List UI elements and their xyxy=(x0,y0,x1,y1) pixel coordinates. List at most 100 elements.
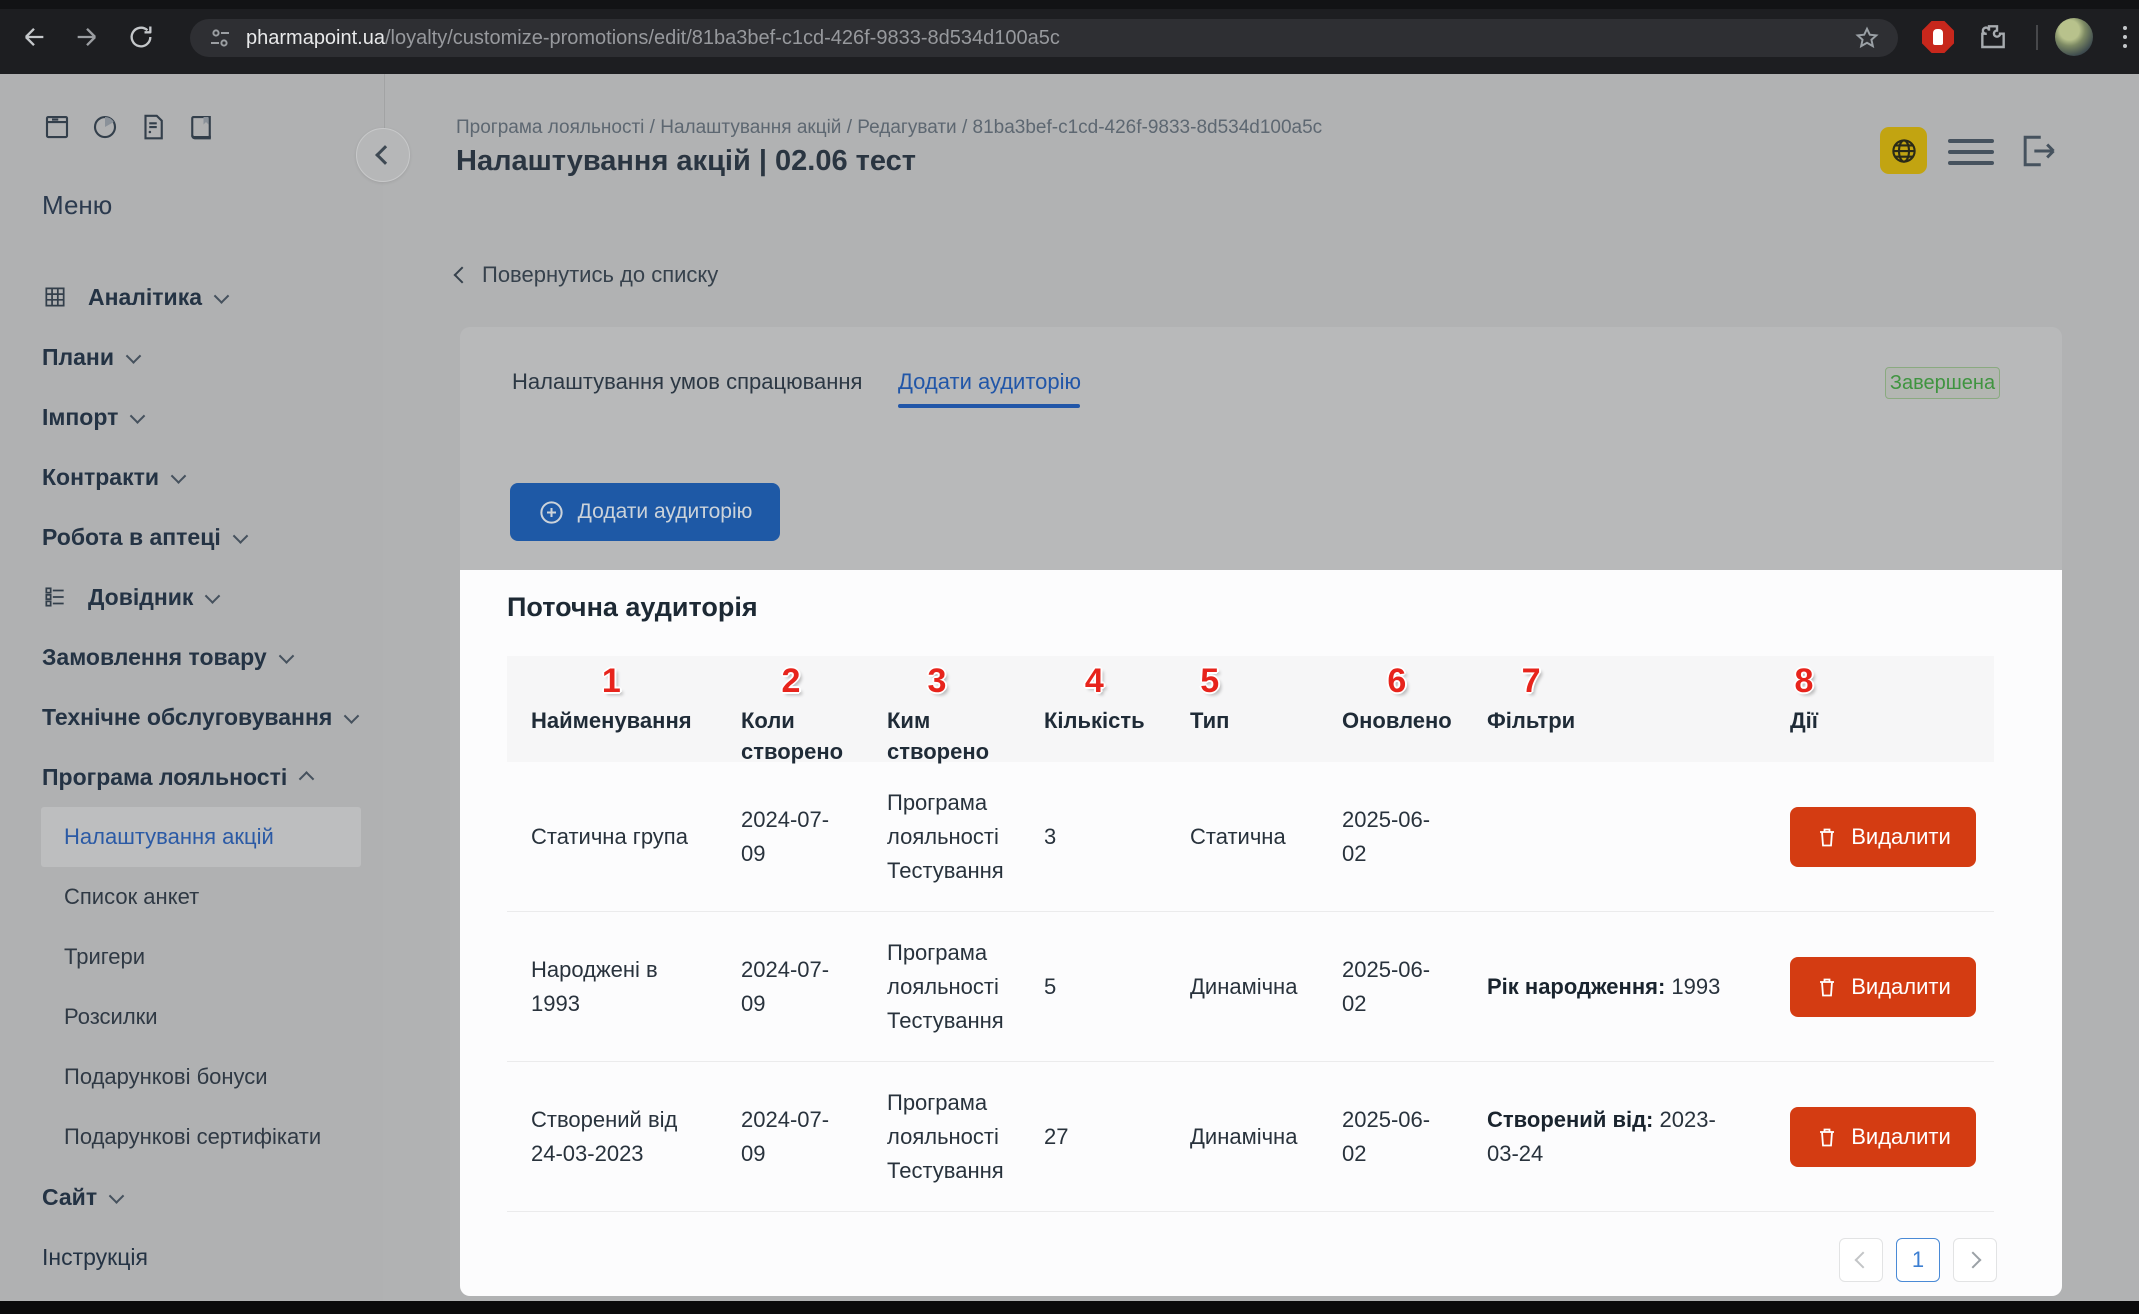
sidebar-item-loyalty-program[interactable]: Програма лояльності xyxy=(0,747,383,807)
cell-created-by: Програма лояльності Тестування xyxy=(863,1086,1020,1188)
sidebar-item-contracts[interactable]: Контракти xyxy=(0,447,383,507)
back-link-label: Повернутись до списку xyxy=(482,262,718,288)
add-audience-button[interactable]: Додати аудиторію xyxy=(510,483,780,541)
sidebar-item-plans[interactable]: Плани xyxy=(0,327,383,387)
sidebar-item-label: Аналітика xyxy=(88,284,202,311)
sidebar-item-pharmacy-work[interactable]: Робота в аптеці xyxy=(0,507,383,567)
logout-icon[interactable] xyxy=(2016,129,2060,173)
plus-circle-icon xyxy=(538,499,565,526)
chevron-down-icon xyxy=(278,648,294,664)
annotation-number: 7 xyxy=(1522,662,1541,700)
column-header-updated: 6Оновлено xyxy=(1318,656,1463,767)
menu-toggle-icon[interactable] xyxy=(1948,139,1994,172)
section-title: Поточна аудиторія xyxy=(507,592,758,623)
sidebar-item-label: Розсилки xyxy=(64,1004,158,1030)
tab-add-audience[interactable]: Додати аудиторію xyxy=(898,369,1081,395)
cell-created: 2024-07-09 xyxy=(717,953,863,1021)
cell-count: 27 xyxy=(1020,1120,1166,1154)
browser-chrome: pharmapoint.ua/loyalty/customize-promoti… xyxy=(0,0,2139,74)
trash-icon xyxy=(1815,975,1839,999)
sidebar-item-gift-certificates[interactable]: Подарункові сертифікати xyxy=(0,1107,383,1167)
table-row: Створений від 24-03-2023 2024-07-09 Прог… xyxy=(507,1062,1994,1212)
cell-updated: 2025-06-02 xyxy=(1318,953,1463,1021)
add-audience-label: Додати аудиторію xyxy=(578,500,753,524)
sidebar-menu: Аналітика Плани Імпорт Контракти Робота … xyxy=(0,267,383,1287)
sidebar-item-label: Контракти xyxy=(42,464,159,491)
delete-button[interactable]: Видалити xyxy=(1790,957,1976,1017)
cabinet-icon[interactable] xyxy=(42,112,72,142)
cell-count: 3 xyxy=(1020,820,1166,854)
reload-icon[interactable] xyxy=(127,23,155,51)
sidebar-item-analytics[interactable]: Аналітика xyxy=(0,267,383,327)
sidebar: Меню Аналітика Плани Імпорт Контракти Ро… xyxy=(0,74,383,1301)
sidebar-item-label: Тригери xyxy=(64,944,145,970)
sidebar-item-label: Технічне обслуговування xyxy=(42,704,332,731)
sidebar-item-gift-bonuses[interactable]: Подарункові бонуси xyxy=(0,1047,383,1107)
chevron-down-icon xyxy=(130,408,146,424)
annotation-number: 8 xyxy=(1795,662,1814,700)
cell-name: Народжені в 1993 xyxy=(507,953,717,1021)
tab-trigger-conditions[interactable]: Налаштування умов спрацювання xyxy=(512,369,862,395)
back-icon[interactable] xyxy=(20,23,48,51)
url-text: pharmapoint.ua/loyalty/customize-promoti… xyxy=(246,27,1060,50)
cell-name: Статична група xyxy=(507,820,717,854)
chevron-down-icon xyxy=(214,288,230,304)
sidebar-item-goods-order[interactable]: Замовлення товару xyxy=(0,627,383,687)
table-body: Статична група 2024-07-09 Програма лояль… xyxy=(507,762,1994,1212)
grid-icon xyxy=(42,284,68,310)
menu-title: Меню xyxy=(42,190,112,221)
pagination-prev-button[interactable] xyxy=(1839,1238,1883,1282)
annotation-number: 1 xyxy=(602,662,621,700)
sidebar-item-directory[interactable]: Довідник xyxy=(0,567,383,627)
forward-icon[interactable] xyxy=(73,23,101,51)
delete-label: Видалити xyxy=(1851,974,1951,1000)
column-header-created: 2Коли створено xyxy=(717,656,863,767)
cell-filters: Рік народження: 1993 xyxy=(1463,970,1766,1004)
column-header-filters: 7Фільтри xyxy=(1463,656,1766,767)
cell-actions: Видалити xyxy=(1766,957,1994,1017)
delete-button[interactable]: Видалити xyxy=(1790,807,1976,867)
chevron-left-icon xyxy=(1855,1252,1872,1269)
annotation-number: 2 xyxy=(782,662,801,700)
sidebar-collapse-button[interactable] xyxy=(356,128,410,182)
chevron-right-icon xyxy=(1965,1252,1982,1269)
list-icon xyxy=(42,584,68,610)
annotation-number: 6 xyxy=(1387,662,1406,700)
pagination-page-button[interactable]: 1 xyxy=(1896,1238,1940,1282)
profile-avatar[interactable] xyxy=(2055,18,2093,56)
url-path: /loyalty/customize-promotions/edit/81ba3… xyxy=(385,27,1060,49)
site-info-icon[interactable] xyxy=(208,26,232,50)
page-title: Налаштування акцій | 02.06 тест xyxy=(456,145,916,178)
annotation-number: 4 xyxy=(1085,662,1104,700)
sidebar-item-import[interactable]: Імпорт xyxy=(0,387,383,447)
pagination-next-button[interactable] xyxy=(1953,1238,1997,1282)
sidebar-item-questionnaires[interactable]: Список анкет xyxy=(0,867,383,927)
sidebar-item-maintenance[interactable]: Технічне обслуговування xyxy=(0,687,383,747)
url-bar[interactable]: pharmapoint.ua/loyalty/customize-promoti… xyxy=(190,19,1898,57)
sidebar-item-mailings[interactable]: Розсилки xyxy=(0,987,383,1047)
language-globe-button[interactable] xyxy=(1880,127,1927,174)
sidebar-item-site[interactable]: Сайт xyxy=(0,1167,383,1227)
sidebar-item-instruction[interactable]: Інструкція xyxy=(0,1227,383,1287)
extensions-puzzle-icon[interactable] xyxy=(1977,21,2009,53)
back-to-list-link[interactable]: Повернутись до списку xyxy=(456,262,718,288)
pie-chart-icon[interactable] xyxy=(90,112,120,142)
cell-filters: Створений від: 2023-03-24 xyxy=(1463,1103,1766,1171)
breadcrumb[interactable]: Програма лояльності / Налаштування акцій… xyxy=(456,117,1322,139)
sidebar-item-triggers[interactable]: Тригери xyxy=(0,927,383,987)
browser-menu-icon[interactable] xyxy=(2116,22,2134,52)
delete-button[interactable]: Видалити xyxy=(1790,1107,1976,1167)
cell-actions: Видалити xyxy=(1766,807,1994,867)
chevron-down-icon xyxy=(126,348,142,364)
adblock-extension-icon[interactable] xyxy=(1922,21,1954,53)
bookmark-star-icon[interactable] xyxy=(1854,25,1880,51)
book-icon[interactable] xyxy=(186,112,216,142)
cell-created-by: Програма лояльності Тестування xyxy=(863,936,1020,1038)
report-icon[interactable] xyxy=(138,112,168,142)
sidebar-item-label: Робота в аптеці xyxy=(42,524,221,551)
cell-created: 2024-07-09 xyxy=(717,1103,863,1171)
sidebar-item-promo-settings[interactable]: Налаштування акцій xyxy=(41,807,361,867)
sidebar-item-label: Сайт xyxy=(42,1184,97,1211)
chevron-down-icon xyxy=(171,468,187,484)
sidebar-item-label: Замовлення товару xyxy=(42,644,267,671)
